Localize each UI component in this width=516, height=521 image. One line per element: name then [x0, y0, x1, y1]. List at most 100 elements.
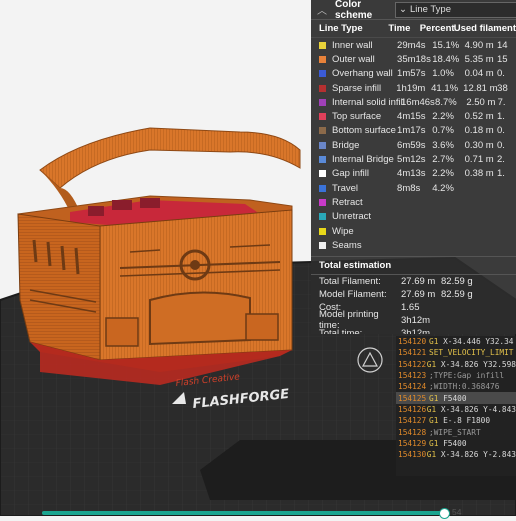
- color-scheme-title: Color scheme: [335, 0, 373, 21]
- line-type-table-header: Line Type Time Percent Used filament: [311, 20, 516, 38]
- line-type-label: Seams: [332, 239, 362, 251]
- color-swatch: [319, 141, 326, 149]
- line-type-row[interactable]: Wipe: [311, 224, 516, 238]
- gcode-command: G1: [426, 404, 437, 414]
- line-type-row[interactable]: Travel 8m8s 4.2%: [311, 181, 516, 195]
- gcode-command: G1: [429, 393, 439, 403]
- line-type-row[interactable]: Bottom surface 1m17s 0.7% 0.18 m 0.: [311, 124, 516, 138]
- line-type-label: Travel: [332, 182, 359, 194]
- line-type-label: Sparse infill: [332, 82, 382, 94]
- line-type-label: Retract: [332, 196, 363, 208]
- gcode-line-number: 154128: [398, 427, 427, 437]
- gcode-line[interactable]: 154120 G1 X-34.446 Y32.34: [396, 336, 516, 347]
- gcode-line[interactable]: 154123 ;TYPE:Gap infill: [396, 370, 516, 381]
- col-line-type: Line Type: [319, 23, 363, 34]
- gcode-line[interactable]: 154125 G1 F5400: [396, 392, 516, 404]
- gcode-text: F5400: [438, 438, 467, 448]
- gcode-text: ;WIDTH:0.368476: [429, 382, 500, 392]
- line-type-row[interactable]: Top surface 4m15s 2.2% 0.52 m 1.: [311, 109, 516, 123]
- line-type-row[interactable]: Retract: [311, 195, 516, 209]
- collapse-icon[interactable]: ︿: [317, 2, 331, 17]
- line-type-weight: 14: [496, 39, 508, 51]
- gcode-line-number: 154120: [398, 337, 427, 347]
- gcode-line[interactable]: 154129 G1 F5400: [396, 438, 516, 449]
- line-type-row[interactable]: Overhang wall 1m57s 1.0% 0.04 m 0.: [311, 67, 516, 81]
- color-scheme-select[interactable]: ⌄ Line Type: [395, 1, 516, 18]
- color-scheme-value: Line Type: [409, 4, 451, 15]
- gcode-command: G1: [429, 438, 439, 448]
- gcode-line[interactable]: 154124 ;WIDTH:0.368476: [396, 381, 516, 392]
- line-type-time: 6m59s: [397, 139, 426, 151]
- gcode-text: X-34.826 Y-2.843: [436, 450, 516, 460]
- color-scheme-panel: ︿ Color scheme ⌄ Line Type Line Type Tim…: [311, 0, 516, 334]
- estimation-value: 27.69 m: [401, 289, 436, 301]
- line-type-row[interactable]: Unretract: [311, 210, 516, 224]
- col-percent: Percent: [419, 23, 455, 34]
- gcode-line[interactable]: 154128 ;WIPE_START: [396, 426, 516, 437]
- gcode-text: ;WIPE_START: [429, 427, 481, 437]
- chevron-down-icon: ⌄: [399, 4, 407, 15]
- estimation-label: Total time:: [319, 327, 363, 334]
- col-time: Time: [388, 23, 411, 34]
- gcode-line-number: 154130: [398, 450, 427, 460]
- gcode-viewer[interactable]: 154120 G1 X-34.446 Y32.34 154121 SET_VELOCI…: [396, 336, 516, 476]
- line-type-time: 1m57s: [397, 68, 426, 80]
- line-type-label: Overhang wall: [332, 68, 393, 80]
- gcode-line-number: 154126: [398, 404, 427, 414]
- col-used-filament: Used filament: [453, 23, 516, 34]
- line-type-row[interactable]: Internal Bridge 5m12s 2.7% 0.71 m 2.: [311, 152, 516, 166]
- line-type-label: Internal Bridge: [332, 154, 394, 166]
- layer-slider-thumb[interactable]: [439, 508, 450, 519]
- total-estimation-title: Total estimation: [311, 256, 516, 276]
- estimation-list: Total Filament: 27.69 m 82.59 g Model Filam…: [311, 275, 516, 334]
- gcode-line[interactable]: 154130 G1 X-34.826 Y-2.843: [396, 449, 516, 460]
- line-type-weight: 0.: [496, 68, 505, 80]
- line-type-percent: 2.2%: [432, 111, 454, 123]
- estimation-value: 27.69 m: [401, 276, 436, 288]
- color-scheme-header: ︿ Color scheme ⌄ Line Type: [311, 0, 516, 21]
- gcode-line[interactable]: 154127 G1 E-.8 F1800: [396, 415, 516, 426]
- estimation-value: 3h12m: [401, 314, 431, 326]
- line-type-weight: 0.: [496, 139, 505, 151]
- estimation-value-secondary: 82.59 g: [441, 289, 473, 301]
- color-swatch: [319, 41, 326, 49]
- line-type-row[interactable]: Sparse infill 1h19m 41.1% 12.81 m 38: [311, 81, 516, 95]
- line-type-list: Inner wall 29m4s 15.1% 4.90 m 14 Outer wall 35…: [311, 38, 516, 252]
- gcode-command: G1: [429, 337, 439, 347]
- gcode-text: X-34.446 Y32.34: [438, 337, 514, 347]
- line-type-row[interactable]: Gap infill 4m13s 2.2% 0.38 m 1.: [311, 167, 516, 181]
- line-type-label: Wipe: [332, 225, 354, 237]
- gcode-command: G1: [426, 359, 437, 369]
- line-type-row[interactable]: Inner wall 29m4s 15.1% 4.90 m 14: [311, 38, 516, 52]
- gcode-line-number: 154129: [398, 438, 427, 448]
- gcode-line[interactable]: 154126 G1 X-34.826 Y-4.843: [396, 404, 516, 415]
- estimation-row: Model Filament: 27.69 m 82.59 g: [311, 288, 516, 301]
- line-type-time: 4m15s: [397, 111, 426, 123]
- line-type-row[interactable]: Seams: [311, 238, 516, 252]
- line-type-row[interactable]: Outer wall 35m18s 18.4% 5.35 m 15: [311, 52, 516, 66]
- gcode-text: SET_VELOCITY_LIMIT: [429, 348, 514, 358]
- layer-slider-track[interactable]: [42, 511, 446, 515]
- line-type-row[interactable]: Internal solid infill 16m46s 8.7% 2.50 m 7.: [311, 95, 516, 109]
- estimation-row: Total Filament: 27.69 m 82.59 g: [311, 275, 516, 288]
- line-type-used: 0.04 m: [464, 68, 494, 80]
- line-type-percent: 3.6%: [432, 139, 454, 151]
- line-type-used: 0.18 m: [464, 125, 494, 137]
- gcode-line[interactable]: 154122 G1 X-34.826 Y32.598: [396, 359, 516, 370]
- estimation-value: 3h12m: [401, 327, 431, 334]
- line-type-time: 35m18s: [397, 53, 431, 65]
- line-type-used: 5.35 m: [464, 53, 494, 65]
- line-type-time: 8m8s: [397, 182, 421, 194]
- gcode-line[interactable]: 154121 SET_VELOCITY_LIMIT: [396, 347, 516, 358]
- line-type-time: 4m13s: [397, 168, 426, 180]
- line-type-row[interactable]: Bridge 6m59s 3.6% 0.30 m 0.: [311, 138, 516, 152]
- line-type-percent: 4.2%: [432, 182, 454, 194]
- line-type-used: 0.38 m: [464, 168, 494, 180]
- line-type-weight: 1.: [496, 111, 505, 123]
- color-swatch: [319, 156, 326, 164]
- line-type-time: 16m46s: [401, 96, 435, 108]
- line-type-label: Gap infill: [332, 168, 369, 180]
- line-type-label: Inner wall: [332, 39, 373, 51]
- line-type-label: Unretract: [332, 211, 372, 223]
- color-swatch: [319, 55, 326, 63]
